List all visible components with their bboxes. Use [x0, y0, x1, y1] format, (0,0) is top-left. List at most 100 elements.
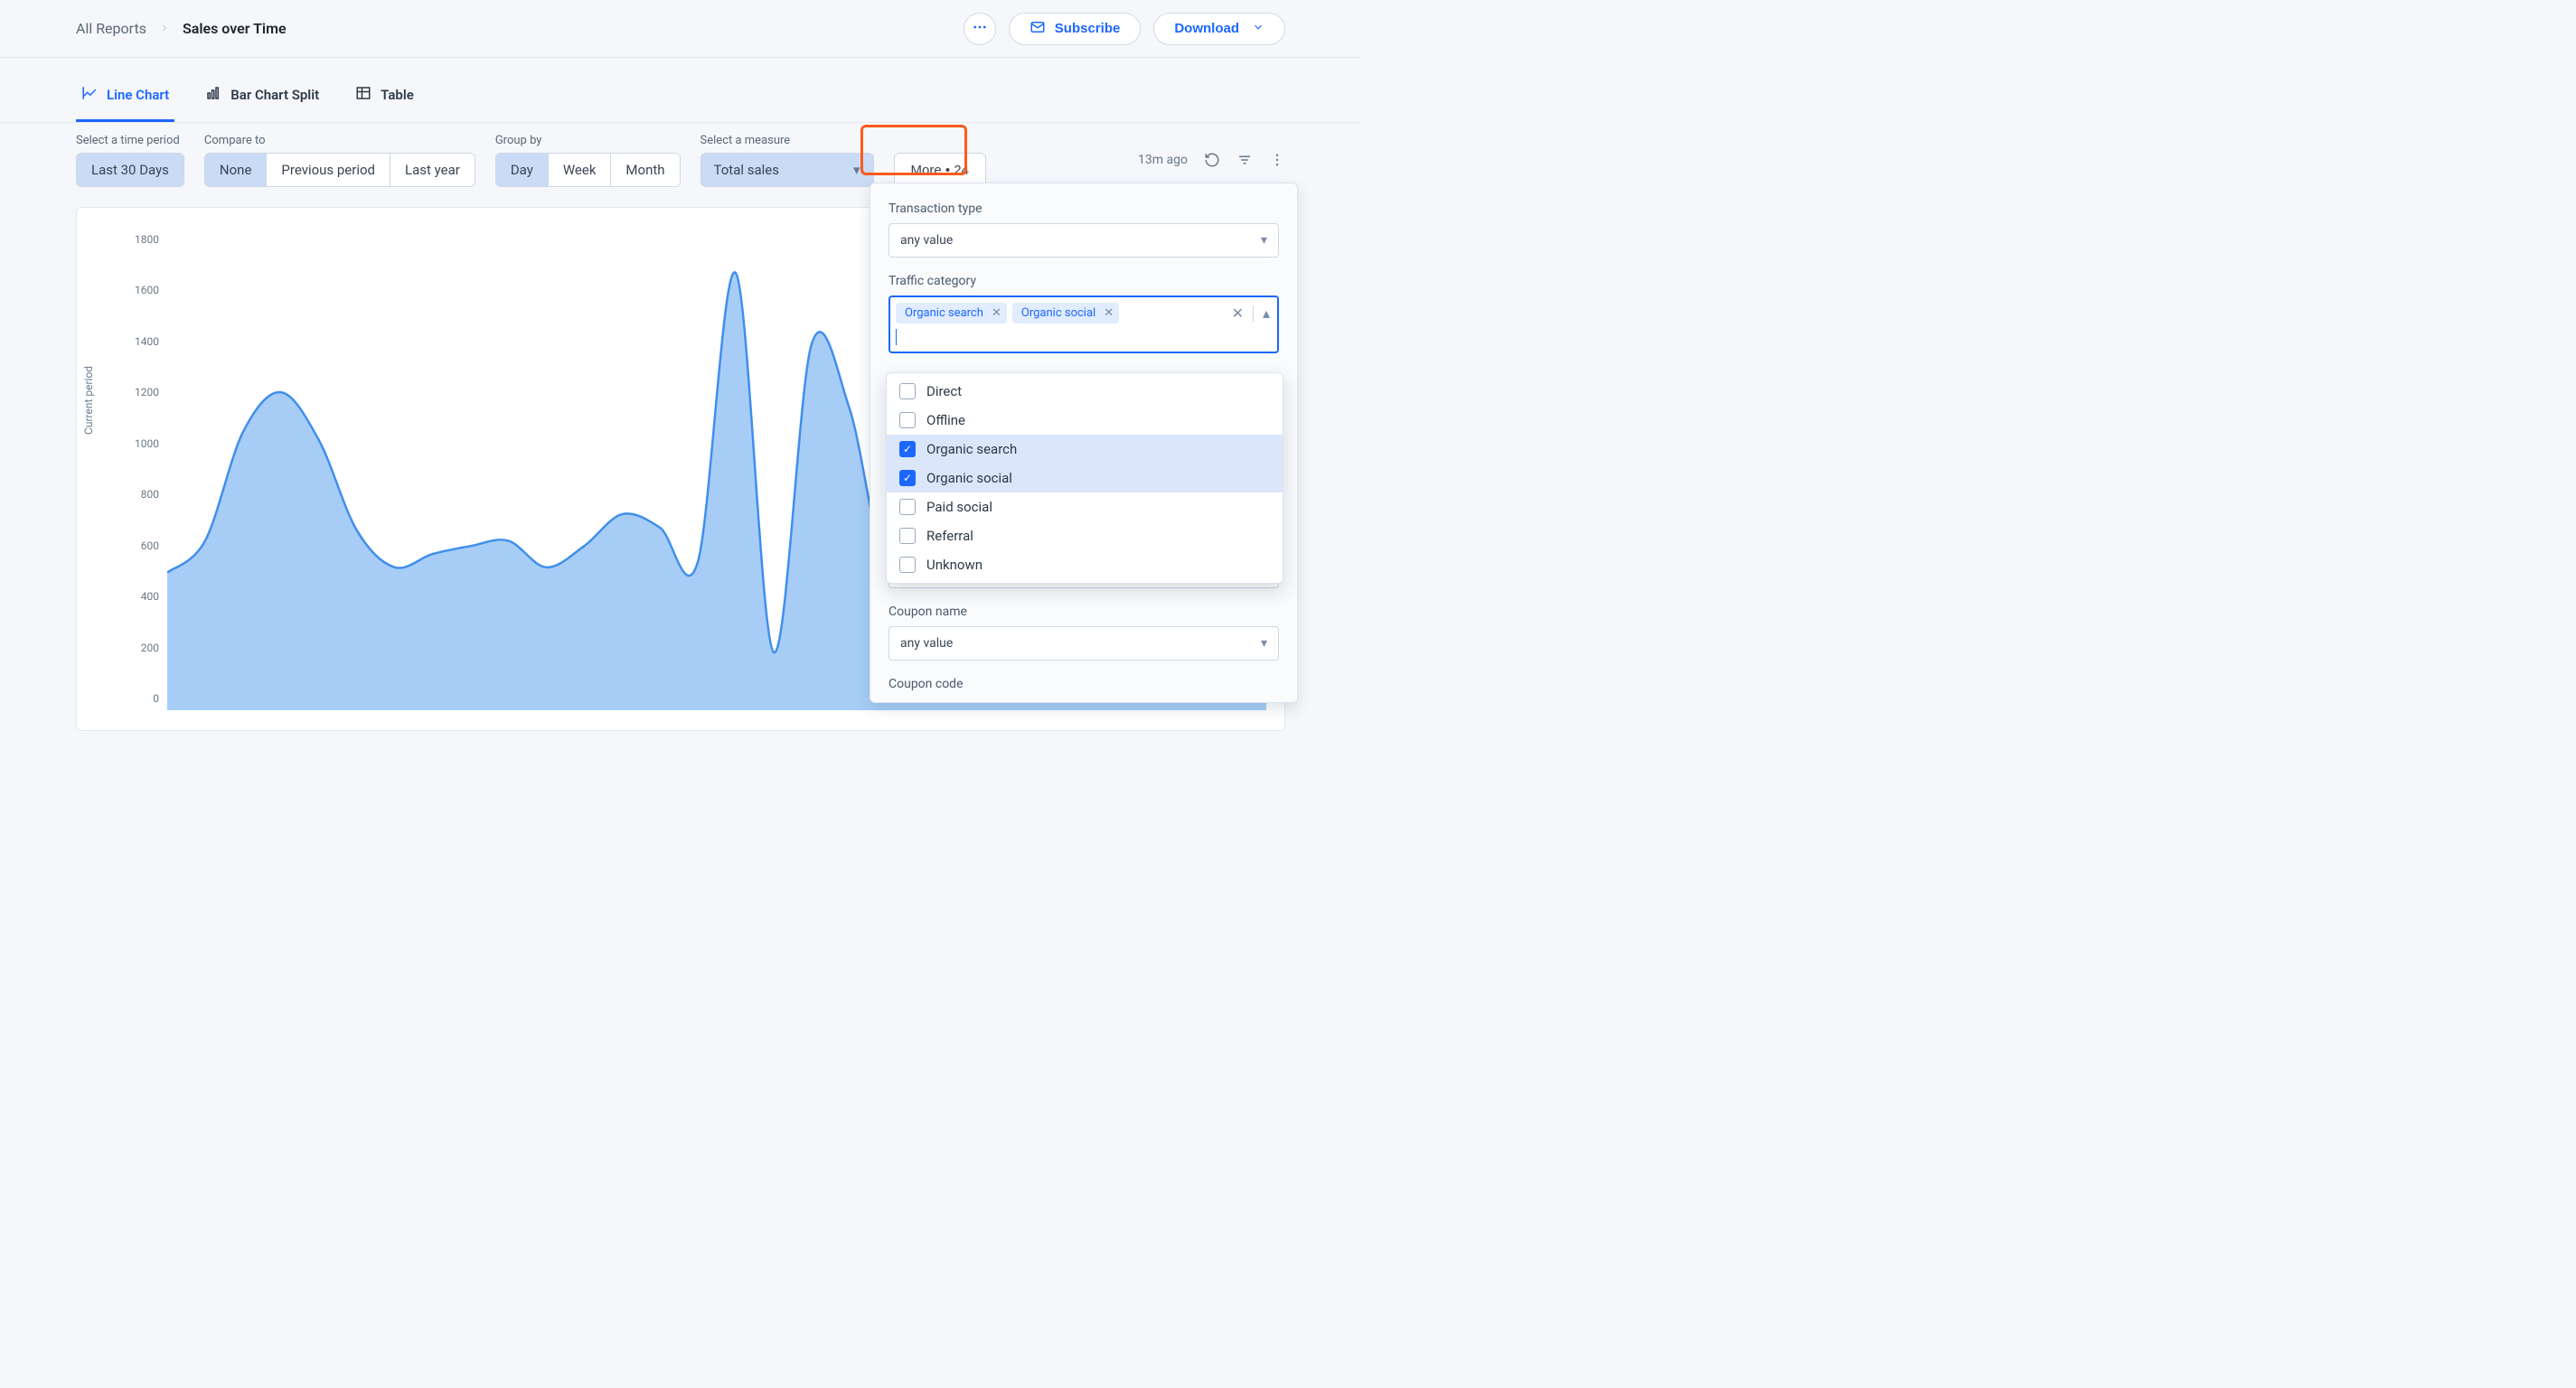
- option-label: Organic social: [926, 470, 1012, 486]
- divider: [1253, 305, 1254, 322]
- option-paid-social[interactable]: Paid social: [887, 492, 1283, 521]
- option-referral[interactable]: Referral: [887, 521, 1283, 550]
- chip-remove-icon[interactable]: ✕: [1104, 306, 1114, 320]
- more-options-button[interactable]: [964, 13, 996, 45]
- option-label: Paid social: [926, 499, 992, 515]
- option-label: Referral: [926, 528, 973, 544]
- mail-icon: [1029, 19, 1046, 39]
- subscribe-label: Subscribe: [1055, 21, 1121, 36]
- y-axis-label: Current period: [82, 366, 95, 435]
- traffic-category-group: Traffic category Organic search ✕ Organi…: [888, 274, 1279, 353]
- y-tick: 800: [108, 488, 159, 501]
- y-tick: 600: [108, 539, 159, 552]
- option-direct[interactable]: Direct: [887, 377, 1283, 406]
- chip-organic-social[interactable]: Organic social ✕: [1012, 303, 1119, 324]
- chip-label: Organic search: [905, 306, 983, 320]
- tab-line-chart[interactable]: Line Chart: [76, 69, 174, 122]
- top-bar: All Reports Sales over Time Subscribe Do…: [0, 0, 1361, 58]
- transaction-type-label: Transaction type: [888, 202, 1279, 216]
- tab-label: Bar Chart Split: [230, 87, 319, 103]
- chip-label: Organic social: [1021, 306, 1095, 320]
- line-chart-icon: [81, 85, 98, 105]
- option-label: Offline: [926, 412, 965, 428]
- compare-year[interactable]: Last year: [390, 154, 475, 186]
- filter-label: Group by: [495, 134, 681, 147]
- time-period-select[interactable]: Last 30 Days: [76, 153, 184, 187]
- y-tick: 1000: [108, 437, 159, 450]
- checkbox-icon: ✓: [899, 470, 916, 486]
- checkbox-icon: [899, 412, 916, 428]
- compare-prev[interactable]: Previous period: [266, 154, 390, 186]
- groupby-week[interactable]: Week: [548, 154, 611, 186]
- filter-measure: Select a measure Total sales ▾: [700, 134, 874, 187]
- groupby-month[interactable]: Month: [610, 154, 679, 186]
- tab-bar-chart[interactable]: Bar Chart Split: [200, 69, 324, 122]
- caret-down-icon: ▾: [853, 162, 860, 178]
- coupon-name-group: Coupon name any value ▾: [888, 605, 1279, 661]
- tab-table[interactable]: Table: [350, 69, 419, 122]
- groupby-segmented: Day Week Month: [495, 153, 681, 187]
- filter-label: Select a time period: [76, 134, 184, 147]
- download-label: Download: [1174, 21, 1239, 36]
- bar-chart-icon: [205, 85, 221, 105]
- filter-label: Compare to: [204, 134, 475, 147]
- option-unknown[interactable]: Unknown: [887, 550, 1283, 579]
- coupon-name-select[interactable]: any value ▾: [888, 626, 1279, 661]
- checkbox-icon: [899, 528, 916, 544]
- filter-icon[interactable]: [1236, 152, 1253, 168]
- tab-label: Table: [381, 87, 414, 103]
- filters-row: Select a time period Last 30 Days Compar…: [0, 123, 1361, 187]
- y-tick: 1200: [108, 386, 159, 399]
- text-cursor: [896, 329, 897, 345]
- filter-compare: Compare to None Previous period Last yea…: [204, 134, 475, 187]
- chevron-right-icon: [159, 20, 170, 37]
- chip-remove-icon[interactable]: ✕: [992, 306, 1001, 320]
- clear-all-icon[interactable]: ✕: [1232, 305, 1244, 322]
- caret-up-icon[interactable]: ▴: [1263, 305, 1270, 322]
- option-organic-social[interactable]: ✓ Organic social: [887, 464, 1283, 492]
- coupon-name-value: any value: [900, 636, 953, 651]
- breadcrumb: All Reports Sales over Time: [76, 20, 287, 37]
- transaction-type-select[interactable]: any value ▾: [888, 223, 1279, 258]
- tab-label: Line Chart: [107, 87, 169, 103]
- traffic-category-input[interactable]: Organic search ✕ Organic social ✕ ✕ ▴: [888, 295, 1279, 353]
- filter-time-period: Select a time period Last 30 Days: [76, 134, 184, 187]
- chevron-down-icon: [1252, 21, 1264, 37]
- chip-organic-search[interactable]: Organic search ✕: [896, 303, 1007, 324]
- option-organic-search[interactable]: ✓ Organic search: [887, 435, 1283, 464]
- topbar-actions: Subscribe Download: [964, 13, 1285, 45]
- y-tick: 200: [108, 642, 159, 654]
- refresh-icon[interactable]: [1204, 152, 1220, 168]
- filter-label: Select a measure: [700, 134, 874, 147]
- checkbox-icon: ✓: [899, 441, 916, 457]
- y-tick: 0: [108, 692, 159, 705]
- table-icon: [355, 85, 371, 105]
- measure-select[interactable]: Total sales ▾: [700, 153, 874, 187]
- y-tick: 1800: [108, 233, 159, 246]
- compare-segmented: None Previous period Last year: [204, 153, 475, 187]
- checkbox-icon: [899, 557, 916, 573]
- traffic-category-label: Traffic category: [888, 274, 1279, 288]
- kebab-icon[interactable]: [1269, 152, 1285, 168]
- view-tabs: Line Chart Bar Chart Split Table: [0, 63, 1361, 123]
- option-label: Organic search: [926, 441, 1017, 457]
- checkbox-icon: [899, 499, 916, 515]
- breadcrumb-root[interactable]: All Reports: [76, 20, 146, 37]
- transaction-type-group: Transaction type any value ▾: [888, 202, 1279, 258]
- multiselect-controls: ✕ ▴: [1232, 305, 1270, 322]
- traffic-category-options: Direct Offline ✓ Organic search ✓ Organic soc…: [886, 372, 1283, 584]
- option-label: Unknown: [926, 557, 982, 573]
- download-button[interactable]: Download: [1153, 13, 1285, 45]
- option-offline[interactable]: Offline: [887, 406, 1283, 435]
- more-horizontal-icon: [972, 19, 988, 39]
- y-tick: 1600: [108, 284, 159, 296]
- compare-none[interactable]: None: [205, 154, 267, 186]
- coupon-name-label: Coupon name: [888, 605, 1279, 619]
- status-row: 13m ago: [1138, 134, 1285, 168]
- filter-more: More • 24: [894, 134, 986, 187]
- checkbox-icon: [899, 383, 916, 399]
- groupby-day[interactable]: Day: [496, 154, 548, 186]
- filter-label: [894, 134, 986, 147]
- y-tick: 1400: [108, 335, 159, 348]
- subscribe-button[interactable]: Subscribe: [1009, 13, 1142, 45]
